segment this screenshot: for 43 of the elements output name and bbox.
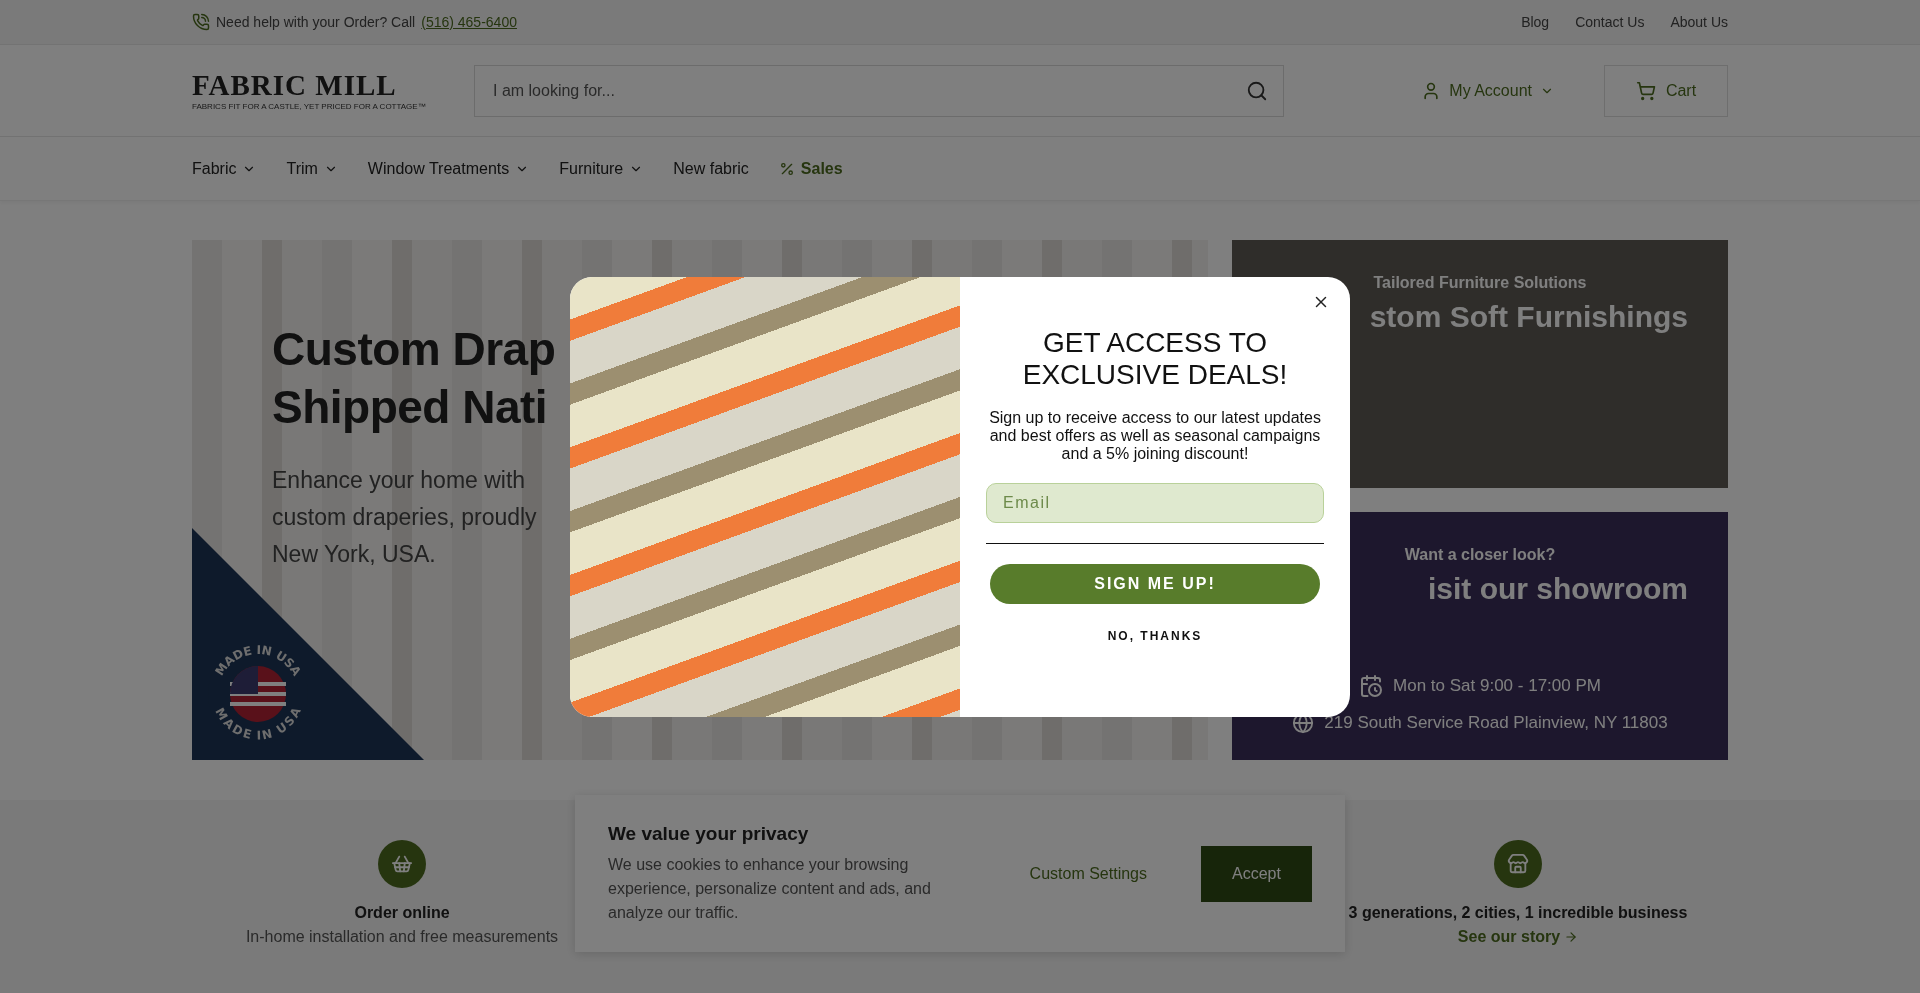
help-text: Need help with your Order? Call xyxy=(216,14,416,30)
cart-icon xyxy=(378,840,426,888)
phone-icon xyxy=(192,13,210,31)
email-field[interactable]: Email xyxy=(986,483,1324,523)
phone-link[interactable]: (516) 465-6400 xyxy=(421,14,517,30)
feature-title: 3 generations, 2 cities, 1 incredible business xyxy=(1348,904,1688,922)
card-kicker: Tailored Furniture Solutions xyxy=(1373,274,1587,292)
nav-item[interactable]: Furniture xyxy=(559,159,644,178)
top-link[interactable]: Contact Us xyxy=(1575,14,1645,30)
top-link[interactable]: About Us xyxy=(1670,14,1728,30)
hero-heading: Custom Drap Shipped Nati xyxy=(272,322,556,435)
nav-item[interactable]: Window Treatments xyxy=(367,159,530,178)
cart-icon xyxy=(1635,80,1656,101)
nav-item[interactable]: Trim xyxy=(286,159,338,178)
arrow-right-icon xyxy=(1564,930,1579,944)
feature-title: Order online xyxy=(354,904,450,922)
cookie-title: We value your privacy xyxy=(608,822,810,845)
cart-button[interactable]: Cart xyxy=(1604,64,1728,117)
account-link[interactable]: My Account xyxy=(1421,80,1554,101)
percent-icon xyxy=(778,160,795,177)
card-title: isit our showroom xyxy=(1428,572,1688,606)
logo-tagline: FABRICS FIT FOR A CASTLE, YET PRICED FOR A COTTAGE™ xyxy=(192,101,427,111)
accept-button[interactable]: Accept xyxy=(1201,845,1312,902)
hours-text: Mon to Sat 9:00 - 17:00 PM xyxy=(1359,674,1601,698)
address-text: 219 South Service Road Plainview, NY 11803 xyxy=(1292,712,1668,734)
story-link[interactable]: See our story xyxy=(1457,928,1579,946)
store-icon xyxy=(1494,840,1542,888)
nav-item[interactable]: New fabric xyxy=(673,159,749,178)
cookie-text: We use cookies to enhance your browsing experience, personalize content and ads, and analyze our traffic. xyxy=(608,854,932,923)
custom-settings-button[interactable]: Custom Settings xyxy=(1023,863,1153,884)
nav-item[interactable]: Fabric xyxy=(192,159,257,178)
feature-text: In-home installation and free measurements xyxy=(245,928,559,946)
search-field[interactable]: I am looking for... xyxy=(474,64,1284,117)
nav-item[interactable]: Sales xyxy=(778,159,843,178)
sign-up-button[interactable]: SIGN ME UP! xyxy=(990,564,1320,604)
logo-text[interactable]: FABRIC MILL xyxy=(192,70,474,100)
card-kicker: Want a closer look? xyxy=(1404,546,1556,564)
search-icon[interactable] xyxy=(1246,79,1268,102)
hero-text: Enhance your home with custom draperies, proudly New York, USA. xyxy=(272,466,537,569)
card-title: stom Soft Furnishings xyxy=(1369,300,1688,334)
top-link[interactable]: Blog xyxy=(1521,14,1550,30)
no-thanks-button[interactable]: NO, THANKS xyxy=(1101,628,1209,644)
calendar-clock-icon xyxy=(1359,674,1384,698)
